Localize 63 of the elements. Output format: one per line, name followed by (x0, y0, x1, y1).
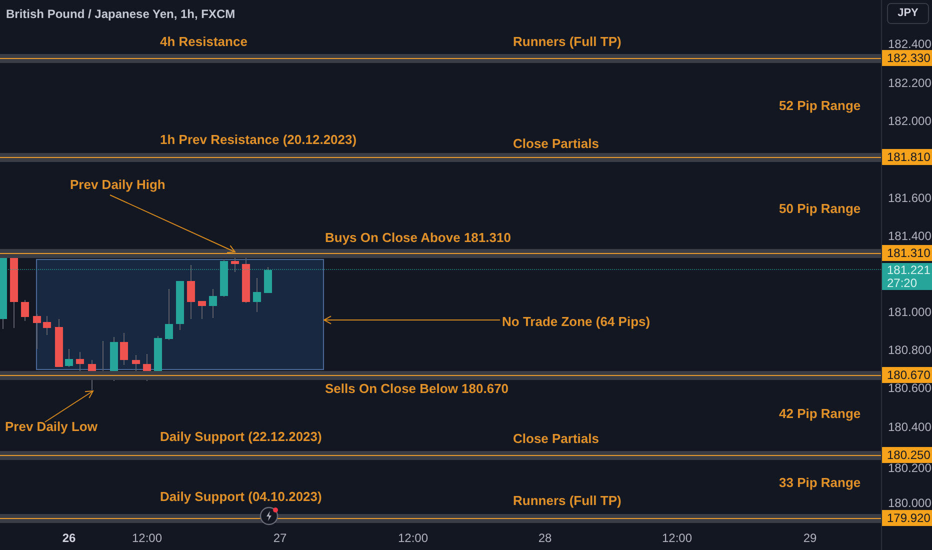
level-note: Close Partials (513, 431, 599, 447)
level-note: Daily Support (04.10.2023) (160, 489, 322, 505)
price-axis-label: 180.600 (888, 381, 932, 395)
time-axis-label: 27 (273, 530, 287, 547)
price-axis-label: 182.400 (888, 37, 932, 51)
level-note: 4h Resistance (160, 34, 248, 50)
level-note: Daily Support (22.12.2023) (160, 429, 322, 445)
level-price-label: 180.250 (882, 447, 932, 463)
price-axis-label: 181.000 (888, 305, 932, 319)
price-axis-label: 180.000 (888, 496, 932, 510)
price-axis-label: 180.400 (888, 420, 932, 434)
candle (253, 278, 261, 312)
candle (21, 300, 29, 322)
candle (220, 258, 228, 298)
candle (65, 348, 73, 368)
time-axis-label: 12:00 (132, 530, 162, 547)
candle (209, 288, 217, 318)
candle (120, 332, 128, 366)
candle (264, 266, 272, 294)
annotation-text: No Trade Zone (64 Pips) (502, 314, 650, 330)
level-note: 1h Prev Resistance (20.12.2023) (160, 132, 357, 148)
candle (176, 280, 184, 330)
level-price-label: 180.670 (882, 367, 932, 383)
candle (76, 352, 84, 372)
pip-range-label: 42 Pip Range (779, 406, 861, 422)
annotation-text: Prev Daily High (70, 177, 166, 193)
chart-title: British Pound / Japanese Yen, 1h, FXCM (6, 6, 236, 23)
price-axis-label: 180.200 (888, 461, 932, 475)
annotation-text: Prev Daily Low (5, 419, 98, 435)
candle (198, 300, 206, 320)
level-price-label: 181.810 (882, 149, 932, 165)
pip-range-label: 33 Pip Range (779, 475, 861, 491)
time-axis-label: 26 (62, 530, 76, 547)
time-axis-label: 29 (803, 530, 817, 547)
candle (132, 354, 140, 372)
currency-button[interactable]: JPY (887, 3, 929, 24)
time-axis-label: 12:00 (398, 530, 428, 547)
pip-range-label: 52 Pip Range (779, 98, 861, 114)
candle (43, 316, 51, 336)
candle (242, 256, 250, 304)
candle (33, 314, 41, 350)
price-axis-label: 181.400 (888, 229, 932, 243)
candle (187, 264, 195, 320)
level-price-label: 182.330 (882, 50, 932, 66)
level-note: Runners (Full TP) (513, 493, 622, 509)
level-price-label: 181.310 (882, 245, 932, 261)
price-axis-label: 182.000 (888, 114, 932, 128)
level-note: Close Partials (513, 136, 599, 152)
lightning-icon[interactable] (259, 506, 280, 526)
pip-range-label: 50 Pip Range (779, 201, 861, 217)
candle (55, 318, 63, 368)
level-note: Buys On Close Above 181.310 (325, 230, 511, 246)
price-axis-label: 181.600 (888, 191, 932, 205)
candle-countdown: 27:20 (887, 276, 918, 290)
level-note: Sells On Close Below 180.670 (325, 381, 509, 397)
level-price-label: 179.920 (882, 510, 932, 526)
time-axis-label: 28 (538, 530, 552, 547)
price-axis-label: 180.800 (888, 343, 932, 357)
candle (165, 288, 173, 340)
price-axis-label: 182.200 (888, 76, 932, 90)
current-price: 181.221 (887, 264, 932, 276)
time-axis-label: 12:00 (662, 530, 692, 547)
level-note: Runners (Full TP) (513, 34, 622, 50)
